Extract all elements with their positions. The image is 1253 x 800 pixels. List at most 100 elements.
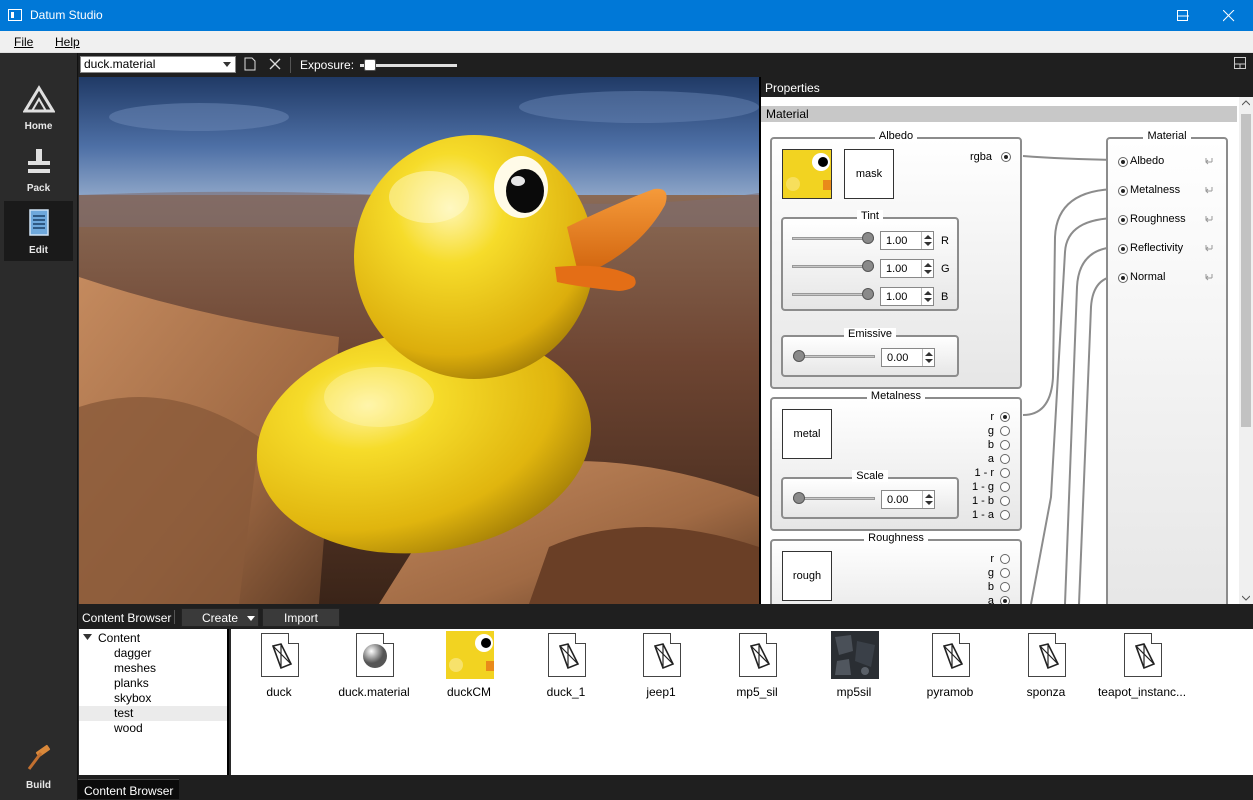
menu-file[interactable]: File [14, 35, 33, 49]
tree-folder-dagger[interactable]: dagger [79, 646, 227, 661]
roughness-channel-radio[interactable] [1000, 568, 1010, 578]
tint-r-spinbox[interactable]: 1.00 [880, 231, 934, 250]
slider-handle[interactable] [862, 232, 874, 244]
tint-r-slider[interactable] [792, 232, 874, 244]
import-button[interactable]: Import [262, 608, 340, 627]
asset-item[interactable]: duck.material [329, 631, 419, 703]
3d-viewport[interactable] [79, 77, 759, 604]
metalness-channel-radio[interactable] [1000, 426, 1010, 436]
reset-icon[interactable] [1204, 156, 1214, 169]
asset-item[interactable]: duck_1 [521, 631, 611, 703]
spinbox-arrows-icon[interactable] [921, 232, 933, 249]
asset-name: duck_1 [546, 685, 586, 699]
material-input-roughness[interactable]: Roughness [1118, 213, 1222, 229]
close-window-button[interactable] [1206, 0, 1252, 31]
material-input-metalness[interactable]: Metalness [1118, 184, 1222, 200]
asset-item[interactable]: teapot_instanc... [1097, 631, 1187, 703]
slider-handle[interactable] [862, 260, 874, 272]
material-input-normal[interactable]: Normal [1118, 271, 1222, 287]
tab-content-browser[interactable]: Content Browser [78, 779, 180, 799]
slider-handle[interactable] [793, 492, 805, 504]
emissive-slider[interactable] [793, 350, 875, 362]
scroll-up-icon[interactable] [1242, 100, 1250, 106]
content-browser-toolbar: Content Browser Create Import [78, 604, 1253, 629]
tree-folder-planks[interactable]: planks [79, 676, 227, 691]
rail-build[interactable]: Build [4, 736, 73, 796]
metalness-channel-radio[interactable] [1000, 440, 1010, 450]
tint-b-slider[interactable] [792, 288, 874, 300]
metalness-scale-spinbox[interactable]: 0.00 [881, 490, 935, 509]
asset-item[interactable]: mp5sil [809, 631, 899, 703]
menu-help[interactable]: Help [55, 35, 80, 49]
metalness-scale-title-wrap: Scale [783, 470, 957, 482]
rail-pack[interactable]: Pack [4, 139, 73, 199]
asset-item[interactable]: mp5_sil [712, 631, 802, 703]
material-input-socket[interactable] [1118, 157, 1128, 167]
metalness-channel-radio[interactable] [1000, 412, 1010, 422]
tree-folder-wood[interactable]: wood [79, 721, 227, 736]
albedo-output-radio[interactable] [1001, 152, 1011, 162]
metalness-channel-radio[interactable] [1000, 496, 1010, 506]
roughness-channel-radio[interactable] [1000, 582, 1010, 592]
material-file-select[interactable]: duck.material [80, 56, 236, 73]
metalness-channel-label: 1 - r [974, 467, 994, 479]
rail-edit[interactable]: Edit [4, 201, 73, 261]
metalness-channel-radio[interactable] [1000, 510, 1010, 520]
material-input-socket[interactable] [1118, 244, 1128, 254]
reset-icon[interactable] [1204, 185, 1214, 198]
reset-icon[interactable] [1204, 214, 1214, 227]
asset-item[interactable]: duckCM [424, 631, 514, 703]
tint-b-spinbox[interactable]: 1.00 [880, 287, 934, 306]
material-input-socket[interactable] [1118, 273, 1128, 283]
spinbox-arrows-icon[interactable] [922, 491, 934, 508]
asset-item[interactable]: pyramob [905, 631, 995, 703]
slider-track [793, 355, 875, 358]
panel-layout-icon[interactable] [1234, 57, 1247, 70]
emissive-spinbox[interactable]: 0.00 [881, 348, 935, 367]
spinbox-arrows-icon[interactable] [921, 288, 933, 305]
material-input-socket[interactable] [1118, 215, 1128, 225]
tree-folder-skybox[interactable]: skybox [79, 691, 227, 706]
material-input-socket[interactable] [1118, 186, 1128, 196]
reset-icon[interactable] [1204, 272, 1214, 285]
albedo-mask-slot[interactable]: mask [844, 149, 894, 199]
roughness-map-slot[interactable]: rough [782, 551, 832, 601]
asset-item[interactable]: sponza [1001, 631, 1091, 703]
properties-scrollbar[interactable] [1239, 97, 1253, 604]
reset-icon[interactable] [1204, 243, 1214, 256]
metalness-channel-radio[interactable] [1000, 468, 1010, 478]
exposure-slider-handle[interactable] [364, 59, 377, 71]
metalness-channel-label: 1 - b [971, 495, 994, 507]
bottom-dock-tabs: Content Browser [78, 775, 1253, 800]
create-button[interactable]: Create [181, 608, 259, 627]
slider-handle[interactable] [862, 288, 874, 300]
material-input-albedo[interactable]: Albedo [1118, 155, 1222, 171]
spinbox-arrows-icon[interactable] [921, 260, 933, 277]
asset-item[interactable]: duck [234, 631, 324, 703]
tint-g-slider[interactable] [792, 260, 874, 272]
metalness-map-slot[interactable]: metal [782, 409, 832, 459]
rail-home[interactable]: Home [4, 77, 73, 137]
maximize-button[interactable] [1160, 0, 1206, 31]
tree-folder-meshes[interactable]: meshes [79, 661, 227, 676]
expand-arrow-icon[interactable] [83, 634, 92, 641]
close-file-icon[interactable] [269, 58, 281, 70]
exposure-slider[interactable] [360, 59, 457, 71]
properties-scroll-thumb[interactable] [1241, 114, 1251, 427]
metalness-scale-slider[interactable] [793, 492, 875, 504]
tree-root[interactable]: Content [98, 631, 140, 645]
metalness-channel-radio[interactable] [1000, 454, 1010, 464]
tint-g-spinbox[interactable]: 1.00 [880, 259, 934, 278]
asset-thumbnail [1119, 631, 1167, 679]
spinbox-arrows-icon[interactable] [922, 349, 934, 366]
tree-folder-test[interactable]: test [79, 706, 227, 721]
metalness-channel-radio[interactable] [1000, 482, 1010, 492]
albedo-texture-thumbnail[interactable] [782, 149, 832, 199]
roughness-channel-radio[interactable] [1000, 596, 1010, 604]
asset-item[interactable]: jeep1 [616, 631, 706, 703]
new-file-icon[interactable] [244, 57, 256, 71]
slider-handle[interactable] [793, 350, 805, 362]
roughness-channel-radio[interactable] [1000, 554, 1010, 564]
material-input-reflectivity[interactable]: Reflectivity [1118, 242, 1222, 258]
scroll-down-icon[interactable] [1242, 595, 1250, 601]
